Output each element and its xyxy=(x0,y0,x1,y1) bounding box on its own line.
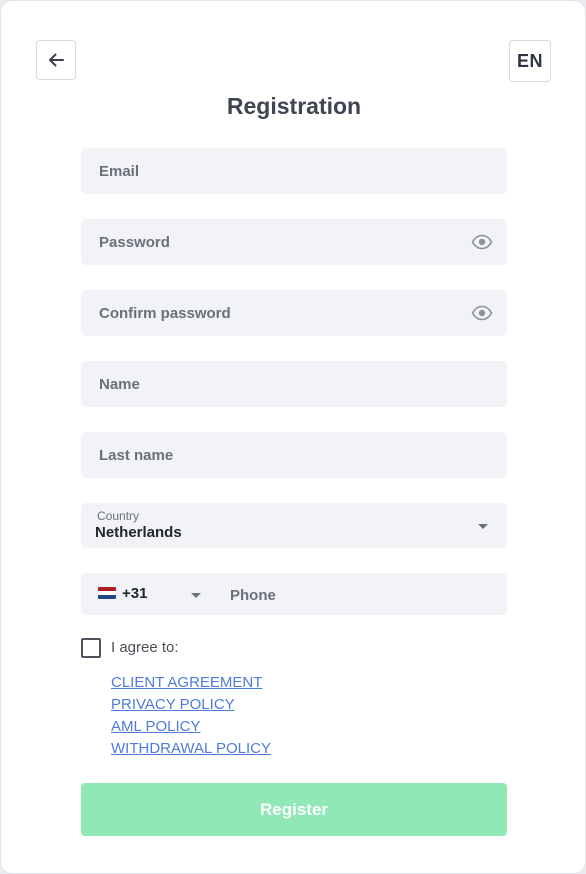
phone-field-container: +31 xyxy=(81,573,507,617)
email-field-container xyxy=(81,148,507,194)
back-button[interactable] xyxy=(36,40,76,80)
phone-input[interactable] xyxy=(228,573,492,617)
email-field[interactable] xyxy=(97,161,491,181)
name-field[interactable] xyxy=(97,374,491,394)
password-field-container xyxy=(81,219,507,265)
last-name-field[interactable] xyxy=(97,445,491,465)
confirm-password-field-container xyxy=(81,290,507,336)
register-button[interactable]: Register xyxy=(81,783,507,836)
agree-label: I agree to: xyxy=(111,639,179,656)
country-value: Netherlands xyxy=(95,524,182,541)
eye-icon[interactable] xyxy=(471,233,493,251)
registration-card: EN Registration Country Netherlands xyxy=(0,0,586,874)
country-select[interactable]: Country Netherlands xyxy=(81,503,507,548)
language-button[interactable]: EN xyxy=(509,40,551,82)
withdrawal-policy-link[interactable]: WITHDRAWAL POLICY xyxy=(111,740,271,757)
client-agreement-link[interactable]: CLIENT AGREEMENT xyxy=(111,674,262,691)
phone-country-code: +31 xyxy=(122,585,148,602)
chevron-down-icon xyxy=(478,524,488,529)
arrow-left-icon xyxy=(49,53,64,67)
page-title: Registration xyxy=(226,93,362,119)
phone-country-code-select[interactable]: +31 xyxy=(81,573,213,615)
name-field-container xyxy=(81,361,507,407)
netherlands-flag-icon xyxy=(98,587,116,599)
eye-icon[interactable] xyxy=(471,304,493,322)
agree-checkbox[interactable] xyxy=(81,638,101,658)
country-label: Country xyxy=(97,509,140,523)
password-field[interactable] xyxy=(97,232,491,252)
chevron-down-icon xyxy=(191,593,201,598)
last-name-field-container xyxy=(81,432,507,478)
confirm-password-field[interactable] xyxy=(97,303,491,323)
privacy-policy-link[interactable]: PRIVACY POLICY xyxy=(111,696,235,713)
aml-policy-link[interactable]: AML POLICY xyxy=(111,718,200,735)
